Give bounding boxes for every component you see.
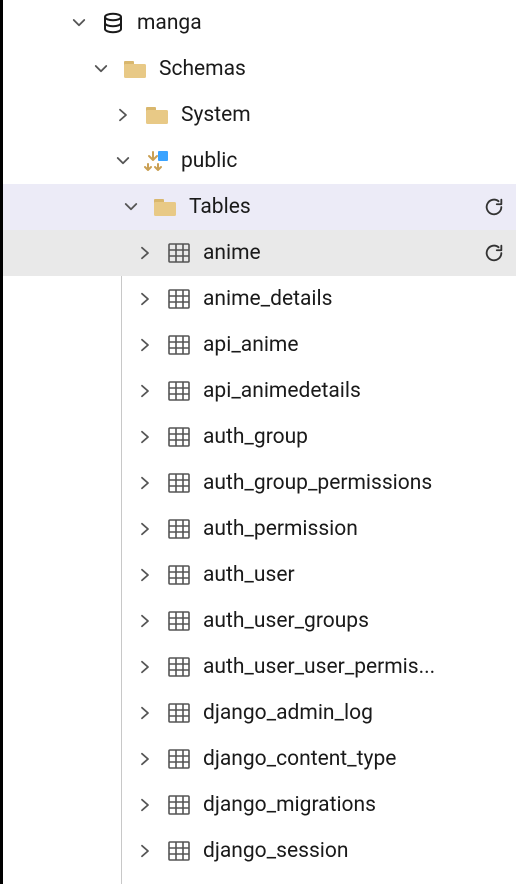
tree-node-label: api_animedetails: [203, 379, 508, 403]
database-icon: [99, 9, 127, 37]
folder-icon: [143, 101, 171, 129]
tree-node-table[interactable]: api_animedetails: [3, 368, 516, 414]
table-icon: [165, 745, 193, 773]
tree-node-table[interactable]: api_anime: [3, 322, 516, 368]
chevron-right-icon[interactable]: [131, 561, 159, 589]
tree-node-public[interactable]: public: [3, 138, 516, 184]
table-icon: [165, 285, 193, 313]
table-icon: [165, 837, 193, 865]
chevron-down-icon[interactable]: [117, 193, 145, 221]
schema-icon: [143, 147, 171, 175]
chevron-right-icon[interactable]: [131, 653, 159, 681]
chevron-right-icon[interactable]: [131, 285, 159, 313]
chevron-down-icon[interactable]: [109, 147, 137, 175]
table-icon: [165, 331, 193, 359]
table-icon: [165, 653, 193, 681]
chevron-right-icon[interactable]: [131, 423, 159, 451]
tree-node-label: django_session: [203, 839, 508, 863]
tree-node-schemas[interactable]: Schemas: [3, 46, 516, 92]
tree-node-system[interactable]: System: [3, 92, 516, 138]
table-icon: [165, 239, 193, 267]
table-icon: [165, 469, 193, 497]
tree-node-table[interactable]: auth_user: [3, 552, 516, 598]
chevron-right-icon[interactable]: [131, 239, 159, 267]
tree-node-label: api_anime: [203, 333, 508, 357]
table-icon: [165, 377, 193, 405]
folder-icon: [151, 193, 179, 221]
table-icon: [165, 423, 193, 451]
chevron-right-icon[interactable]: [131, 469, 159, 497]
tree-node-label: auth_group: [203, 425, 508, 449]
folder-icon: [121, 55, 149, 83]
tree-node-label: public: [181, 149, 508, 173]
tree-node-table[interactable]: auth_group: [3, 414, 516, 460]
tree-node-label: auth_group_permissions: [203, 471, 508, 495]
tree-node-table[interactable]: django_admin_log: [3, 690, 516, 736]
tree-node-label: auth_user_user_permis...: [203, 655, 508, 679]
table-icon: [165, 699, 193, 727]
tree-node-label: auth_permission: [203, 517, 508, 541]
tree-node-label: django_migrations: [203, 793, 508, 817]
tree-node-label: auth_user: [203, 563, 508, 587]
database-tree-panel: manga Schemas System: [0, 0, 516, 884]
tree-node-label: anime_details: [203, 287, 508, 311]
tree-node-label: django_admin_log: [203, 701, 508, 725]
chevron-right-icon[interactable]: [131, 791, 159, 819]
chevron-right-icon[interactable]: [131, 331, 159, 359]
tree-node-tables[interactable]: Tables: [3, 184, 516, 230]
table-icon: [165, 791, 193, 819]
chevron-right-icon[interactable]: [131, 607, 159, 635]
tree-node-database[interactable]: manga: [3, 0, 516, 46]
refresh-icon[interactable]: [480, 193, 508, 221]
table-icon: [165, 607, 193, 635]
tree-node-label: Schemas: [159, 57, 508, 81]
tree-node-table[interactable]: django_migrations: [3, 782, 516, 828]
chevron-right-icon[interactable]: [131, 515, 159, 543]
tree-node-table[interactable]: django_session: [3, 828, 516, 874]
tree-node-table[interactable]: anime_details: [3, 276, 516, 322]
tree-node-table[interactable]: auth_user_groups: [3, 598, 516, 644]
chevron-down-icon[interactable]: [65, 9, 93, 37]
tree-node-table[interactable]: auth_permission: [3, 506, 516, 552]
tree-node-table[interactable]: auth_user_user_permis...: [3, 644, 516, 690]
tree-node-label: Tables: [189, 195, 480, 219]
chevron-right-icon[interactable]: [131, 837, 159, 865]
chevron-right-icon[interactable]: [131, 377, 159, 405]
tree-node-label: django_content_type: [203, 747, 508, 771]
tree-node-label: auth_user_groups: [203, 609, 508, 633]
refresh-icon[interactable]: [480, 239, 508, 267]
table-icon: [165, 561, 193, 589]
chevron-right-icon[interactable]: [109, 101, 137, 129]
table-icon: [165, 515, 193, 543]
tree-node-label: manga: [137, 11, 508, 35]
tree-node-table[interactable]: auth_group_permissions: [3, 460, 516, 506]
chevron-right-icon[interactable]: [131, 699, 159, 727]
chevron-right-icon[interactable]: [131, 745, 159, 773]
tree-node-label: anime: [203, 241, 480, 265]
tree-node-label: System: [181, 103, 508, 127]
chevron-down-icon[interactable]: [87, 55, 115, 83]
tree-node-table[interactable]: anime: [3, 230, 516, 276]
tree-node-table[interactable]: django_content_type: [3, 736, 516, 782]
